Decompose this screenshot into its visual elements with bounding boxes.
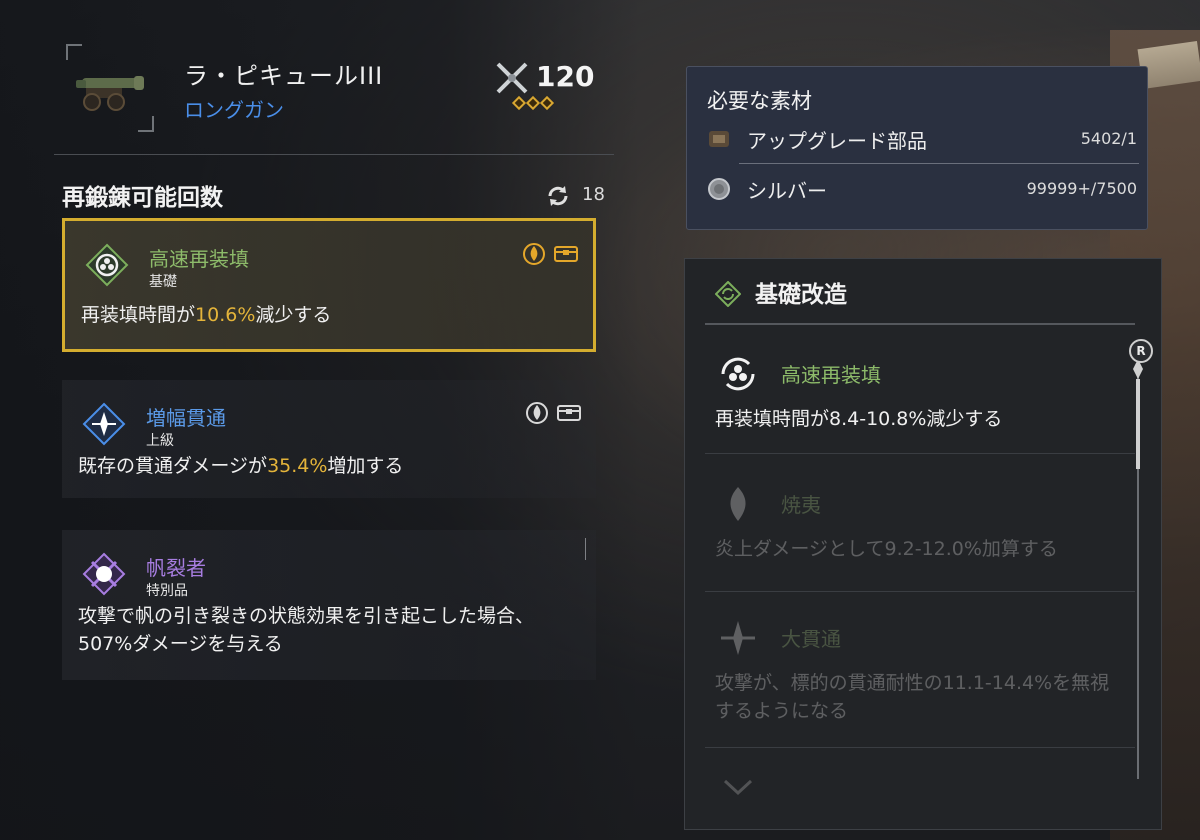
mod-panel-title: 基礎改造 (755, 282, 847, 308)
perk-name: 帆裂者 (146, 556, 206, 580)
material-row: シルバー 99999+/7500 (707, 173, 1137, 203)
sail-ripper-emblem-icon (82, 552, 126, 596)
rank-diamond-icon (511, 95, 527, 111)
mod-divider (705, 453, 1135, 454)
mod-item-description: 再装填時間が8.4-10.8%減少する (715, 408, 1003, 430)
perk-tier: 特別品 (146, 583, 188, 599)
frame-corner-top-left (66, 44, 82, 60)
reforge-count: 18 (582, 184, 605, 205)
rank-stars (511, 95, 555, 111)
weapon-power: 120 (536, 60, 595, 93)
flame-badge-icon (526, 402, 548, 424)
weapon-type: ロングガン (184, 98, 284, 122)
desc-text: 再装填時間が (81, 304, 196, 326)
desc-text: 減少する (255, 304, 332, 326)
perk-card-fast-reload[interactable]: 高速再装填 基礎 再装填時間が10.6%減少する (62, 218, 596, 352)
perk-card-amplified-penetration[interactable]: 増幅貫通 上級 既存の貫通ダメージが35.4%増加する (62, 380, 596, 498)
rank-diamond-icon (539, 95, 555, 111)
desc-text: 既存の貫通ダメージが (78, 455, 268, 477)
desc-value: 35.4% (267, 455, 328, 477)
silver-coin-icon (708, 178, 730, 200)
perk-tier: 上級 (146, 433, 174, 449)
perk-name: 増幅貫通 (146, 406, 226, 430)
reforge-cycle-icon (548, 186, 568, 206)
desc-value: 10.6% (195, 304, 256, 326)
perk-card-sail-ripper[interactable]: 帆裂者 特別品 攻撃で帆の引き裂きの状態効果を引き起こした場合、507%ダメージ… (62, 530, 596, 680)
reforge-title: 再鍛錬可能回数 (62, 185, 223, 211)
basic-mod-panel: 基礎改造 高速再装填 再装填時間が8.4-10.8%減少する 焼夷 炎上ダメージ… (684, 258, 1162, 830)
materials-title: 必要な素材 (707, 89, 812, 113)
perk-name: 高速再装填 (149, 247, 249, 271)
perk-tags (521, 241, 579, 267)
weapon-name: ラ・ピキュールIII (184, 62, 384, 90)
weapon-thumbnail-frame (66, 44, 154, 132)
mod-item-description: 炎上ダメージとして9.2-12.0%加算する (715, 538, 1058, 560)
upgrade-parts-icon (709, 131, 729, 147)
header-divider (54, 154, 614, 155)
basic-mod-icon (715, 281, 741, 307)
perk-description: 再装填時間が10.6%減少する (81, 301, 331, 329)
mod-divider (705, 747, 1135, 748)
mod-item-name: 大貫通 (781, 627, 841, 651)
frame-corner-bottom-right (138, 116, 154, 132)
cannon-icon (76, 76, 144, 111)
material-qty: 5402/1 (1080, 129, 1137, 148)
chevron-down-icon (723, 779, 753, 796)
required-materials-panel: 必要な素材 アップグレード部品 5402/1 シルバー 99999+/7500 (686, 66, 1148, 230)
penetration-icon (721, 621, 755, 655)
chest-tag-icon (554, 246, 578, 262)
material-qty: 99999+/7500 (1026, 179, 1137, 198)
chest-tag-icon (557, 405, 581, 421)
fast-reload-icon (721, 357, 755, 391)
flame-icon (730, 487, 746, 521)
mod-title-divider (705, 323, 1135, 325)
material-row: アップグレード部品 5402/1 (707, 123, 1137, 153)
desc-text: 増加する (327, 455, 404, 477)
mod-item-name: 焼夷 (781, 493, 821, 517)
material-name: シルバー (747, 179, 827, 203)
rank-diamond-icon (525, 95, 541, 111)
amplified-penetration-emblem-icon (82, 402, 126, 446)
mod-divider (705, 591, 1135, 592)
scrollbar-thumb[interactable] (1133, 359, 1143, 469)
mod-item-name: 高速再装填 (781, 363, 881, 387)
perk-description: 既存の貫通ダメージが35.4%増加する (78, 452, 403, 480)
mod-item-description: 攻撃が、標的の貫通耐性の11.1-14.4%を無視するようになる (715, 672, 1110, 722)
fast-reload-emblem-icon (85, 243, 129, 287)
flame-badge-icon (523, 243, 545, 265)
perk-description: 攻撃で帆の引き裂きの状態効果を引き起こした場合、507%ダメージを与える (78, 605, 535, 655)
perk-tier: 基礎 (149, 274, 177, 290)
material-name: アップグレード部品 (747, 129, 927, 153)
card-edge-mark (585, 538, 586, 560)
perk-tags (524, 400, 582, 426)
crossed-guns-icon (496, 62, 528, 94)
materials-divider (739, 163, 1139, 164)
r-button-badge[interactable]: R (1129, 339, 1153, 363)
